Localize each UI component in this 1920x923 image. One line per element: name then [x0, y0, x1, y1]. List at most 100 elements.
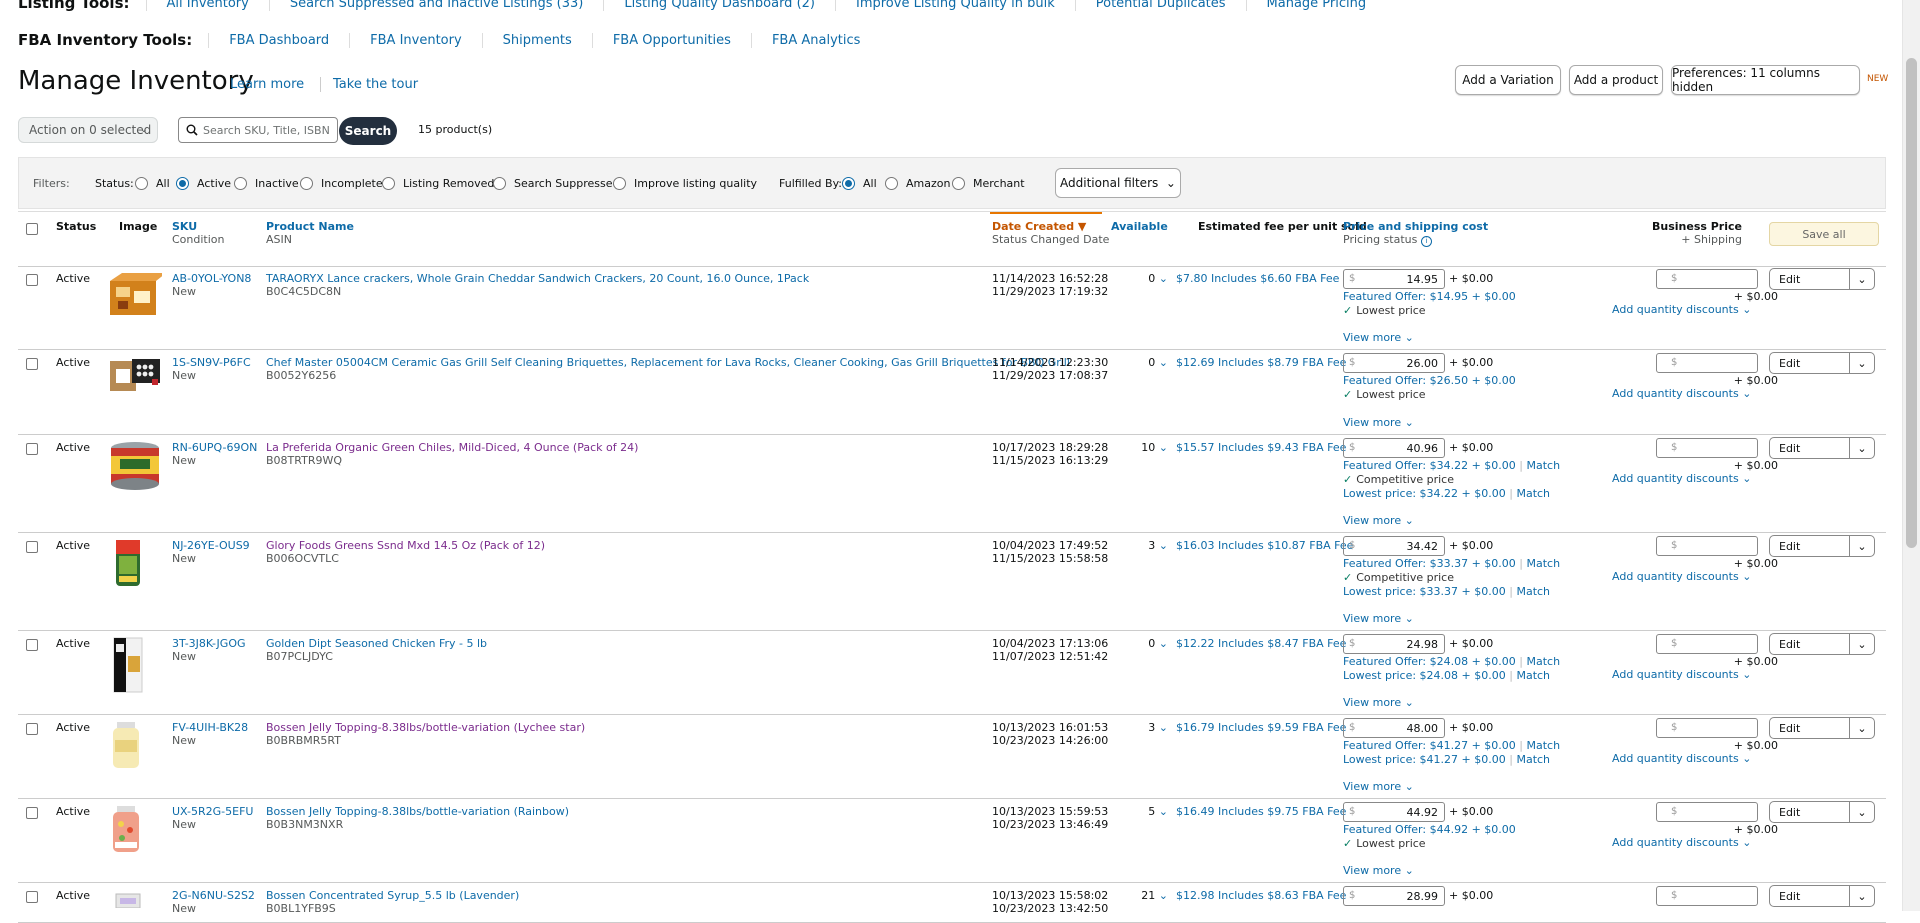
row-checkbox[interactable]	[26, 541, 38, 553]
chevron-down-icon[interactable]: ⌄	[1849, 353, 1874, 373]
row-available-dropdown[interactable]: 0 ⌄	[1118, 356, 1168, 369]
edit-button[interactable]: Edit ⌄	[1769, 437, 1875, 459]
row-checkbox[interactable]	[26, 807, 38, 819]
fba-opportunities-link[interactable]: FBA Opportunities	[591, 32, 751, 48]
row-sku[interactable]: RN-6UPQ-69ON	[172, 441, 257, 454]
product-image[interactable]	[108, 888, 148, 911]
fulfilled-all-radio[interactable]: All	[842, 177, 877, 190]
chevron-down-icon[interactable]: ⌄	[1849, 634, 1874, 654]
match-link[interactable]: Match	[1527, 739, 1561, 752]
product-image[interactable]	[108, 804, 144, 857]
business-price-input[interactable]: $	[1656, 353, 1758, 373]
col-available[interactable]: Available	[1111, 220, 1168, 233]
status-improve-quality-radio[interactable]: Improve listing quality	[613, 177, 757, 190]
match-link[interactable]: Match	[1516, 487, 1550, 500]
row-product-name[interactable]: TARAORYX Lance crackers, Whole Grain Che…	[266, 272, 809, 285]
tool-improve-bulk[interactable]: Improve Listing Quality in bulk	[834, 0, 1075, 11]
tool-potential-duplicates[interactable]: Potential Duplicates	[1074, 0, 1246, 11]
status-incomplete-radio[interactable]: Incomplete	[300, 177, 383, 190]
view-more-link[interactable]: View more ⌄	[1343, 514, 1414, 527]
product-image[interactable]	[108, 271, 166, 322]
row-checkbox[interactable]	[26, 358, 38, 370]
edit-button[interactable]: Edit ⌄	[1769, 633, 1875, 655]
row-fee[interactable]: $16.03 Includes $10.87 FBA Fee	[1176, 539, 1353, 552]
add-variation-button[interactable]: Add a Variation	[1455, 65, 1561, 95]
fulfilled-amazon-radio[interactable]: Amazon	[885, 177, 950, 190]
row-fee[interactable]: $15.57 Includes $9.43 FBA Fee	[1176, 441, 1346, 454]
status-search-suppressed-radio[interactable]: Search Suppressed	[493, 177, 619, 190]
match-link[interactable]: Match	[1516, 585, 1550, 598]
edit-button[interactable]: Edit ⌄	[1769, 352, 1875, 374]
add-quantity-discounts[interactable]: Add quantity discounts ⌄	[1612, 303, 1751, 316]
add-product-button[interactable]: Add a product	[1569, 65, 1663, 95]
chevron-down-icon[interactable]: ⌄	[1849, 438, 1874, 458]
row-sku[interactable]: 2G-N6NU-S2S2	[172, 889, 255, 902]
row-sku[interactable]: FV-4UIH-BK28	[172, 721, 248, 734]
product-image[interactable]	[108, 355, 162, 402]
row-product-name[interactable]: Glory Foods Greens Ssnd Mxd 14.5 Oz (Pac…	[266, 539, 545, 552]
row-fee[interactable]: $16.79 Includes $9.59 FBA Fee	[1176, 721, 1346, 734]
business-price-input[interactable]: $	[1656, 886, 1758, 906]
col-sku[interactable]: SKU	[172, 220, 197, 233]
preferences-button[interactable]: Preferences: 11 columns hidden	[1671, 65, 1860, 95]
row-fee[interactable]: $12.98 Includes $8.63 FBA Fee	[1176, 889, 1346, 902]
match-link[interactable]: Match	[1516, 753, 1550, 766]
col-product-name[interactable]: Product Name	[266, 220, 354, 233]
chevron-down-icon[interactable]: ⌄	[1849, 718, 1874, 738]
scrollbar-thumb[interactable]	[1906, 58, 1917, 548]
search-button[interactable]: Search	[339, 117, 397, 145]
row-checkbox[interactable]	[26, 891, 38, 903]
featured-offer[interactable]: Featured Offer: $26.50 + $0.00	[1343, 374, 1516, 387]
featured-offer[interactable]: Featured Offer: $14.95 + $0.00	[1343, 290, 1516, 303]
row-sku[interactable]: NJ-26YE-OUS9	[172, 539, 250, 552]
status-listing-removed-radio[interactable]: Listing Removed	[382, 177, 494, 190]
tool-manage-pricing[interactable]: Manage Pricing	[1245, 0, 1387, 11]
row-sku[interactable]: UX-5R2G-5EFU	[172, 805, 253, 818]
featured-offer[interactable]: Featured Offer: $34.22 + $0.00 | Match	[1343, 459, 1560, 472]
select-all-checkbox[interactable]	[26, 223, 38, 235]
tool-all-inventory[interactable]: All Inventory	[145, 0, 269, 11]
business-price-input[interactable]: $	[1656, 802, 1758, 822]
edit-button[interactable]: Edit ⌄	[1769, 535, 1875, 557]
status-all-radio[interactable]: All	[135, 177, 170, 190]
view-more-link[interactable]: View more ⌄	[1343, 780, 1414, 793]
lowest-price[interactable]: Lowest price: $33.37 + $0.00 | Match	[1343, 585, 1550, 598]
featured-offer[interactable]: Featured Offer: $41.27 + $0.00 | Match	[1343, 739, 1560, 752]
row-checkbox[interactable]	[26, 274, 38, 286]
row-available-dropdown[interactable]: 0 ⌄	[1118, 637, 1168, 650]
save-all-button[interactable]: Save all	[1769, 222, 1879, 246]
status-active-radio[interactable]: Active	[176, 177, 231, 190]
view-more-link[interactable]: View more ⌄	[1343, 416, 1414, 429]
row-checkbox[interactable]	[26, 723, 38, 735]
edit-button[interactable]: Edit ⌄	[1769, 717, 1875, 739]
row-fee[interactable]: $12.22 Includes $8.47 FBA Fee	[1176, 637, 1346, 650]
row-product-name[interactable]: Bossen Concentrated Syrup_5.5 lb (Lavend…	[266, 889, 519, 902]
additional-filters-button[interactable]: Additional filters ⌄	[1055, 168, 1181, 198]
price-input[interactable]: $40.96	[1343, 438, 1445, 458]
edit-button[interactable]: Edit ⌄	[1769, 885, 1875, 907]
fba-shipments-link[interactable]: Shipments	[481, 32, 592, 48]
row-sku[interactable]: AB-0YOL-YON8	[172, 272, 251, 285]
business-price-input[interactable]: $	[1656, 634, 1758, 654]
chevron-down-icon[interactable]: ⌄	[1849, 536, 1874, 556]
row-fee[interactable]: $16.49 Includes $9.75 FBA Fee	[1176, 805, 1346, 818]
vertical-scrollbar[interactable]	[1902, 0, 1920, 911]
add-quantity-discounts[interactable]: Add quantity discounts ⌄	[1612, 472, 1751, 485]
add-quantity-discounts[interactable]: Add quantity discounts ⌄	[1612, 836, 1751, 849]
row-available-dropdown[interactable]: 3 ⌄	[1118, 539, 1168, 552]
row-available-dropdown[interactable]: 0 ⌄	[1118, 272, 1168, 285]
search-input[interactable]: Search SKU, Title, ISBN	[178, 117, 338, 143]
fba-dashboard-link[interactable]: FBA Dashboard	[208, 32, 349, 48]
price-input[interactable]: $48.00	[1343, 718, 1445, 738]
match-link[interactable]: Match	[1516, 669, 1550, 682]
price-input[interactable]: $44.92	[1343, 802, 1445, 822]
chevron-down-icon[interactable]: ⌄	[1849, 269, 1874, 289]
match-link[interactable]: Match	[1527, 557, 1561, 570]
price-input[interactable]: $14.95	[1343, 269, 1445, 289]
row-product-name[interactable]: Bossen Jelly Topping-8.38lbs/bottle-vari…	[266, 805, 569, 818]
price-input[interactable]: $26.00	[1343, 353, 1445, 373]
row-product-name[interactable]: Golden Dipt Seasoned Chicken Fry - 5 lb	[266, 637, 487, 650]
row-checkbox[interactable]	[26, 639, 38, 651]
row-fee[interactable]: $12.69 Includes $8.79 FBA Fee	[1176, 356, 1346, 369]
view-more-link[interactable]: View more ⌄	[1343, 696, 1414, 709]
